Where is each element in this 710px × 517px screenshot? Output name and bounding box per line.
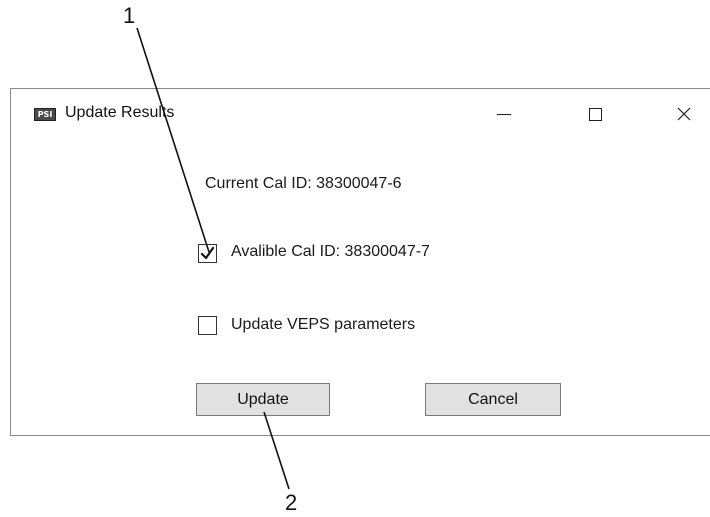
close-icon: [677, 107, 691, 121]
maximize-button[interactable]: [572, 97, 618, 131]
checkmark-icon: [200, 246, 215, 260]
callout-number-2: 2: [285, 490, 298, 515]
window-title: Update Results: [65, 104, 175, 121]
update-veps-label[interactable]: Update VEPS parameters: [231, 316, 415, 334]
available-cal-id-label[interactable]: Avalible Cal ID: 38300047-7: [231, 243, 430, 261]
update-results-dialog: PSI Update Results Current Cal ID: 38300…: [10, 88, 710, 436]
minimize-icon: [497, 113, 511, 115]
minimize-button[interactable]: [481, 97, 527, 131]
update-button[interactable]: Update: [196, 383, 330, 416]
callout-number-1: 1: [123, 3, 136, 28]
update-veps-checkbox[interactable]: [198, 316, 217, 335]
maximize-icon: [588, 107, 602, 121]
title-bar[interactable]: PSI Update Results: [11, 89, 710, 141]
available-cal-checkbox[interactable]: [198, 244, 217, 263]
cancel-button[interactable]: Cancel: [425, 383, 561, 416]
close-button[interactable]: [661, 97, 707, 131]
current-cal-id-label: Current Cal ID: 38300047-6: [205, 175, 402, 192]
psi-app-icon: PSI: [34, 108, 56, 121]
